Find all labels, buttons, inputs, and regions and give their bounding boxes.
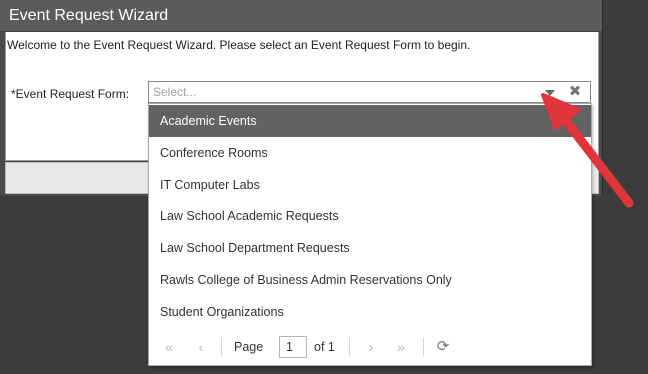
prev-page-icon[interactable]: ‹ (191, 338, 211, 356)
option-student-organizations[interactable]: Student Organizations (149, 296, 591, 328)
pager-separator (423, 338, 424, 356)
refresh-icon[interactable]: ⟳ (433, 337, 453, 357)
event-request-form-label: *Event Request Form: (11, 87, 130, 101)
pager-separator (349, 338, 350, 356)
dialog-title: Event Request Wizard (0, 0, 602, 32)
clear-icon[interactable]: ✖ (567, 83, 583, 101)
first-page-icon[interactable]: « (159, 338, 179, 356)
option-rawls-college-of-business[interactable]: Rawls College of Business Admin Reservat… (149, 264, 591, 296)
page-count-label: of 1 (314, 340, 335, 354)
event-request-form-dropdown: Academic Events Conference Rooms IT Comp… (148, 103, 592, 366)
chevron-down-icon[interactable] (542, 82, 558, 102)
welcome-text: Welcome to the Event Request Wizard. Ple… (7, 38, 471, 52)
option-law-school-academic-requests[interactable]: Law School Academic Requests (149, 200, 591, 232)
last-page-icon[interactable]: » (391, 338, 411, 356)
event-request-form-combobox[interactable]: ✖ (148, 81, 591, 103)
option-it-computer-labs[interactable]: IT Computer Labs (149, 169, 591, 201)
next-page-icon[interactable]: › (361, 338, 381, 356)
page-number-input[interactable] (279, 336, 307, 358)
pager-separator (221, 338, 222, 356)
page-label: Page (234, 340, 264, 354)
option-academic-events[interactable]: Academic Events (149, 105, 591, 137)
option-law-school-department-requests[interactable]: Law School Department Requests (149, 232, 591, 264)
option-conference-rooms[interactable]: Conference Rooms (149, 137, 591, 169)
event-request-form-input[interactable] (153, 84, 523, 100)
dropdown-pager: « ‹ Page of 1 › » ⟳ (149, 330, 591, 365)
